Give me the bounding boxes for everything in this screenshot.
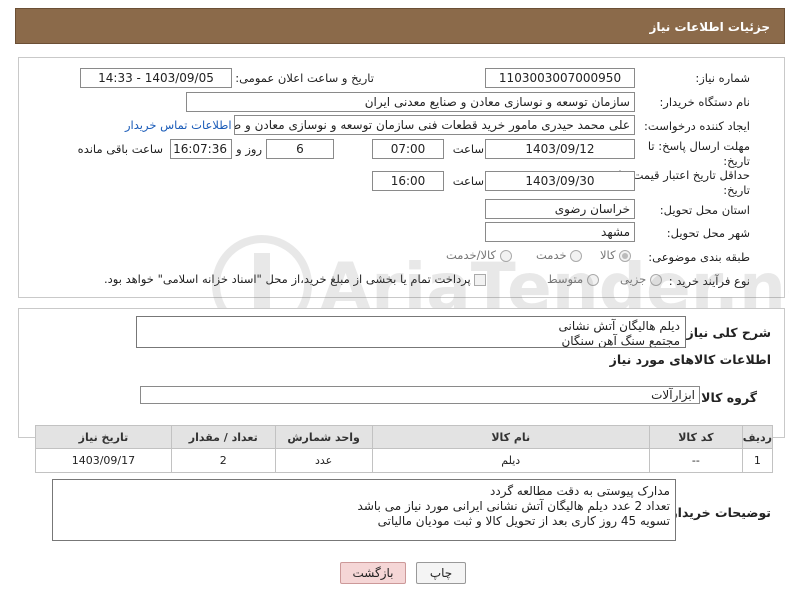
deadline-label-line1: مهلت ارسال پاسخ: تا bbox=[647, 139, 750, 153]
deadline-label-line2: تاریخ: bbox=[723, 154, 750, 168]
checkbox-icon[interactable] bbox=[474, 273, 487, 286]
buyer-contact-link[interactable]: اطلاعات تماس خریدار bbox=[125, 118, 232, 132]
column-header-qty: تعداد / مقدار bbox=[170, 425, 276, 449]
need-number-field[interactable]: 1103003007000950 bbox=[485, 68, 635, 88]
process-option-partial[interactable]: جزیی bbox=[620, 272, 662, 286]
print-button[interactable]: چاپ bbox=[416, 562, 466, 584]
cell-row-number: 1 bbox=[741, 448, 774, 473]
buyer-notes-line: تسویه 45 روز کاری بعد از تحویل کالا و ثب… bbox=[377, 514, 670, 528]
description-line: دیلم هالیگان آتش نشانی bbox=[558, 319, 680, 333]
page-header: جزئیات اطلاعات نیاز bbox=[15, 8, 785, 44]
category-option-service[interactable]: خدمت bbox=[536, 248, 583, 262]
buyer-notes-label: توضیحات خریدار: bbox=[665, 505, 771, 520]
goods-table: ردیف کد کالا نام کالا واحد شمارش تعداد /… bbox=[35, 425, 774, 473]
buyer-notes-field[interactable]: مدارک پیوستی به دقت مطالعه گردد تعداد 2 … bbox=[52, 479, 676, 541]
need-number-label: شماره نیاز: bbox=[695, 71, 750, 85]
cell-date: 1403/09/17 bbox=[35, 448, 172, 473]
creator-label: ایجاد کننده درخواست: bbox=[644, 119, 750, 133]
goods-group-label: گروه کالا: bbox=[696, 390, 757, 405]
radio-icon[interactable] bbox=[619, 249, 632, 262]
category-option-both[interactable]: کالا/خدمت bbox=[446, 248, 512, 262]
radio-icon[interactable] bbox=[586, 273, 599, 286]
cell-name: دیلم bbox=[371, 448, 650, 473]
payment-note-text: پرداخت تمام یا بخشی از مبلغ خرید،از محل … bbox=[104, 272, 471, 286]
province-label: استان محل تحویل: bbox=[659, 203, 750, 217]
description-field[interactable]: دیلم هالیگان آتش نشانی مجتمع سنگ آهن سنگ… bbox=[136, 316, 686, 348]
days-label: روز و bbox=[236, 142, 262, 156]
deadline-time-field[interactable]: 07:00 bbox=[372, 139, 444, 159]
buyer-notes-line: تعداد 2 عدد دیلم هالیگان آتش نشانی ایران… bbox=[357, 499, 670, 513]
column-header-code: کد کالا bbox=[648, 425, 743, 449]
announce-label: تاریخ و ساعت اعلان عمومی: bbox=[235, 71, 374, 85]
process-label: نوع فرآیند خرید : bbox=[668, 274, 750, 288]
column-header-unit: واحد شمارش bbox=[274, 425, 373, 449]
description-label: شرح کلی نیاز: bbox=[681, 325, 771, 340]
category-option-label: خدمت bbox=[536, 248, 567, 262]
description-line: مجتمع سنگ آهن سنگان bbox=[561, 334, 680, 348]
deadline-label: مهلت ارسال پاسخ: تا تاریخ: bbox=[648, 139, 750, 169]
category-option-goods[interactable]: کالا bbox=[600, 248, 632, 262]
city-label: شهر محل تحویل: bbox=[666, 226, 750, 240]
process-option-label: متوسط bbox=[547, 272, 584, 286]
creator-field[interactable]: علی محمد حیدری مامور خرید قطعات فنی سازم… bbox=[234, 115, 635, 135]
table-header-row: ردیف کد کالا نام کالا واحد شمارش تعداد /… bbox=[35, 425, 774, 449]
column-header-name: نام کالا bbox=[371, 425, 650, 449]
goods-group-field[interactable]: ابزارآلات bbox=[140, 386, 700, 404]
process-option-medium[interactable]: متوسط bbox=[547, 272, 599, 286]
cell-unit: عدد bbox=[274, 448, 373, 473]
back-button[interactable]: بازگشت bbox=[340, 562, 406, 584]
category-option-label: کالا/خدمت bbox=[446, 248, 497, 262]
remaining-label: ساعت باقی مانده bbox=[77, 142, 163, 156]
deadline-time-label: ساعت bbox=[452, 142, 484, 156]
payment-note[interactable]: پرداخت تمام یا بخشی از مبلغ خرید،از محل … bbox=[104, 272, 487, 286]
days-field[interactable]: 6 bbox=[266, 139, 334, 159]
column-header-date: تاریخ نیاز bbox=[35, 425, 172, 449]
category-label: طبقه بندی موضوعی: bbox=[648, 250, 750, 264]
province-field[interactable]: خراسان رضوی bbox=[485, 199, 635, 219]
validity-time-field[interactable]: 16:00 bbox=[372, 171, 444, 191]
validity-time-label: ساعت bbox=[452, 174, 484, 188]
radio-icon[interactable] bbox=[570, 249, 583, 262]
deadline-date-field[interactable]: 1403/09/12 bbox=[485, 139, 635, 159]
validity-date-field[interactable]: 1403/09/30 bbox=[485, 171, 635, 191]
city-field[interactable]: مشهد bbox=[485, 222, 635, 242]
process-option-label: جزیی bbox=[620, 272, 647, 286]
column-header-row-number: ردیف bbox=[741, 425, 774, 449]
announce-field[interactable]: 1403/09/05 - 14:33 bbox=[80, 68, 232, 88]
table-row[interactable]: 1 -- دیلم عدد 2 1403/09/17 bbox=[35, 448, 774, 473]
cell-qty: 2 bbox=[170, 448, 276, 473]
validity-label-line1: حداقل تاریخ اعتبار قیمت: تا bbox=[618, 168, 750, 182]
buyer-org-label: نام دستگاه خریدار: bbox=[659, 95, 750, 109]
radio-icon[interactable] bbox=[499, 249, 512, 262]
validity-label-line2: تاریخ: bbox=[723, 183, 750, 197]
buyer-notes-line: مدارک پیوستی به دقت مطالعه گردد bbox=[490, 484, 670, 498]
goods-section-title: اطلاعات کالاهای مورد نیاز bbox=[609, 352, 771, 367]
radio-icon[interactable] bbox=[649, 273, 662, 286]
cell-code: -- bbox=[648, 448, 743, 473]
remaining-time-field[interactable]: 16:07:36 bbox=[170, 139, 232, 159]
category-option-label: کالا bbox=[600, 248, 616, 262]
validity-label: حداقل تاریخ اعتبار قیمت: تا تاریخ: bbox=[618, 168, 750, 198]
buyer-org-field[interactable]: سازمان توسعه و نوسازی معادن و صنایع معدن… bbox=[186, 92, 635, 112]
